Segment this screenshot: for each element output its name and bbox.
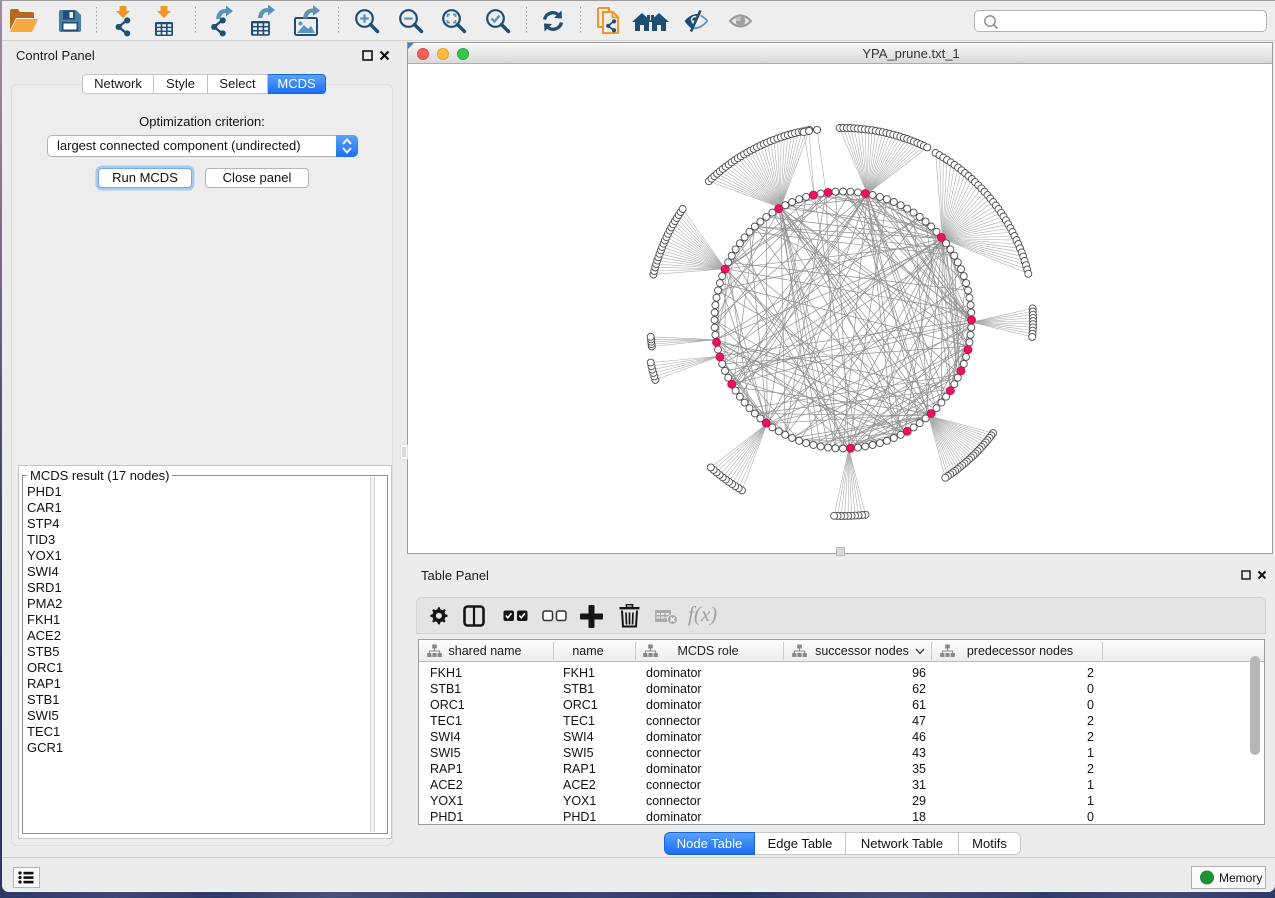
- svg-text:Memory: Memory: [1219, 871, 1262, 885]
- svg-text:f(x): f(x): [688, 603, 717, 626]
